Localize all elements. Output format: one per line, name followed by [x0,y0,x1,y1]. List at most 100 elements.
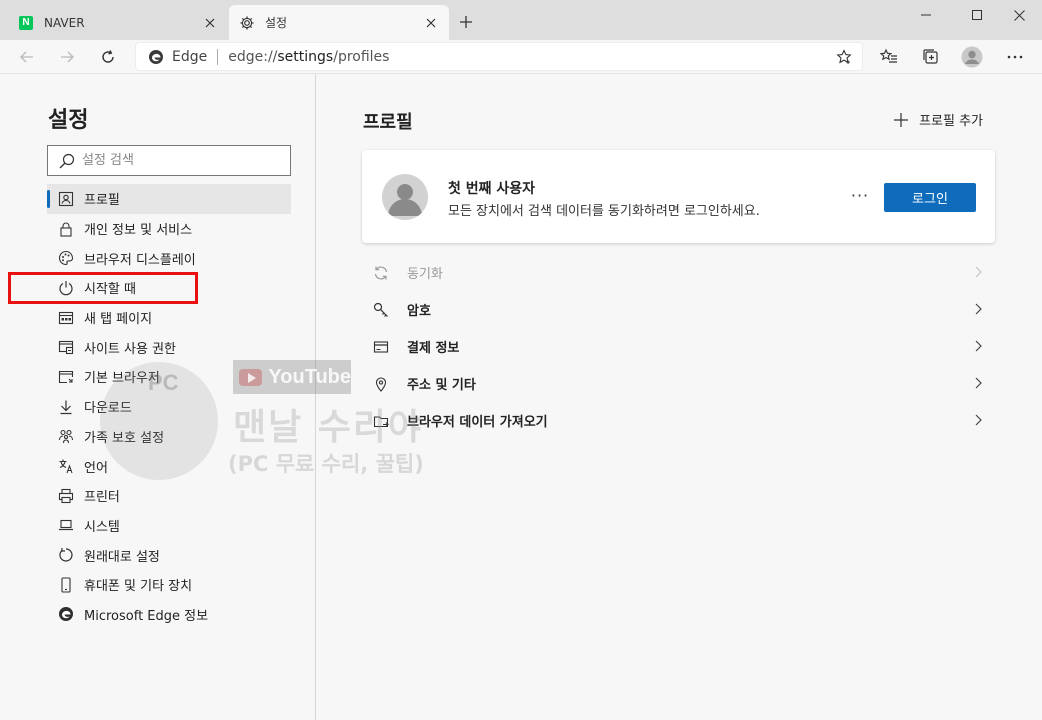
sidebar-item-label: 사이트 사용 권한 [84,341,176,357]
toolbar: Edge edge://settings/profiles [0,40,1042,74]
profile-icon [57,190,75,208]
row-label: 암호 [407,304,431,319]
location-icon [372,375,390,393]
chevron-right-icon [975,377,982,389]
more-menu-icon[interactable] [1002,44,1028,70]
sidebar-item-about-edge[interactable]: Microsoft Edge 정보 [47,600,291,630]
close-window-button[interactable] [996,0,1042,30]
address-brand: Edge [172,48,208,65]
sidebar-item-default-browser[interactable]: 기본 브라우저 [47,362,291,392]
printer-icon [57,487,75,505]
sidebar-item-privacy[interactable]: 개인 정보 및 서비스 [47,214,291,244]
new-tab-button[interactable] [454,10,478,34]
sidebar-item-downloads[interactable]: 다운로드 [47,392,291,422]
phone-icon [57,576,75,594]
sidebar-item-label: 기본 브라우저 [84,371,160,387]
settings-nav-list: 프로필 개인 정보 및 서비스 브라우저 디스플레이 시작할 때 새 탭 페이지… [47,184,291,629]
sync-icon [372,264,390,282]
sidebar-item-label: 가족 보호 설정 [84,430,165,446]
collections-icon[interactable] [918,44,944,70]
tab-title: NAVER [44,15,85,30]
settings-main-content: 프로필 프로필 추가 첫 번째 사용자 모든 장치에서 검색 데이터를 동기화하… [316,74,1042,720]
site-permissions-icon [57,338,75,356]
profile-name: 첫 번째 사용자 [448,181,536,197]
row-addresses[interactable]: 주소 및 기타 [362,365,995,402]
forward-button[interactable] [53,43,81,71]
card-icon [372,338,390,356]
page-title: 프로필 [363,112,413,133]
language-icon [57,457,75,475]
row-label: 브라우저 데이터 가져오기 [407,415,548,430]
default-browser-icon [57,368,75,386]
chevron-right-icon [975,303,982,315]
settings-sidebar: 설정 프로필 개인 정보 및 서비스 브라우저 디스플레이 시작할 때 새 탭 … [0,74,316,720]
chevron-right-icon [975,414,982,426]
profile-description: 모든 장치에서 검색 데이터를 동기화하려면 로그인하세요. [448,204,760,219]
tab-naver[interactable]: N NAVER [8,5,228,40]
sidebar-item-label: 브라우저 디스플레이 [84,252,196,268]
sidebar-item-site-permissions[interactable]: 사이트 사용 권한 [47,332,291,362]
sidebar-title: 설정 [48,108,89,133]
sidebar-item-appearance[interactable]: 브라우저 디스플레이 [47,243,291,273]
minimize-button[interactable] [903,0,949,30]
add-profile-button[interactable]: 프로필 추가 [893,110,983,129]
sidebar-item-label: 개인 정보 및 서비스 [84,223,193,239]
tab-close-icon[interactable] [202,15,218,31]
tab-title: 설정 [265,16,288,30]
import-icon [372,412,390,430]
edge-icon [57,605,75,623]
sidebar-item-new-tab[interactable]: 새 탭 페이지 [47,303,291,333]
settings-search-box[interactable] [47,145,291,176]
family-icon [57,427,75,445]
maximize-button[interactable] [954,0,1000,30]
row-label: 결제 정보 [407,341,460,356]
sidebar-item-printers[interactable]: 프린터 [47,481,291,511]
highlight-box [8,272,198,304]
address-separator [217,48,219,65]
settings-search-input[interactable] [80,152,274,169]
sidebar-item-label: 언어 [84,460,108,476]
profile-more-button[interactable]: ··· [849,184,871,206]
tab-close-icon[interactable] [423,15,439,31]
row-sync[interactable]: 동기화 [362,254,995,291]
naver-favicon-icon: N [18,15,34,31]
sidebar-item-label: 프린터 [84,490,120,506]
sidebar-item-family-safety[interactable]: 가족 보호 설정 [47,422,291,452]
sidebar-item-reset[interactable]: 원래대로 설정 [47,540,291,570]
row-label: 주소 및 기타 [407,378,476,393]
row-import-browser-data[interactable]: 브라우저 데이터 가져오기 [362,402,995,439]
sidebar-item-phone-devices[interactable]: 휴대폰 및 기타 장치 [47,570,291,600]
gear-icon [239,15,255,31]
refresh-button[interactable] [94,43,122,71]
tab-strip: N NAVER 설정 [0,0,1042,40]
profile-avatar[interactable] [959,44,985,70]
tab-settings[interactable]: 설정 [229,5,449,40]
row-passwords[interactable]: 암호 [362,291,995,328]
address-bar[interactable]: Edge edge://settings/profiles [135,42,863,71]
favorites-icon[interactable] [876,44,902,70]
profile-settings-list: 동기화 암호 결제 정보 주소 및 기타 브라우저 데이터 가져오기 [362,254,995,439]
sidebar-item-label: 휴대폰 및 기타 장치 [84,579,193,595]
chevron-right-icon [975,340,982,352]
avatar [382,174,428,220]
sidebar-item-profile[interactable]: 프로필 [47,184,291,214]
download-icon [57,398,75,416]
sidebar-item-languages[interactable]: 언어 [47,451,291,481]
row-payment-info[interactable]: 결제 정보 [362,328,995,365]
forward-arrow-icon [61,51,74,63]
palette-icon [57,249,75,267]
favorite-star-icon[interactable] [834,47,854,67]
back-arrow-icon [20,51,33,63]
edge-logo-icon [149,49,163,64]
sidebar-item-label: 새 탭 페이지 [84,312,153,328]
key-icon [372,301,390,319]
sign-in-button[interactable]: 로그인 [884,183,976,212]
row-label: 동기화 [407,267,443,282]
sidebar-item-label: 다운로드 [84,401,132,417]
sidebar-item-label: 원래대로 설정 [84,549,160,565]
back-button[interactable] [13,43,41,71]
url-text: edge://settings/profiles [228,48,390,65]
sidebar-item-system[interactable]: 시스템 [47,511,291,541]
profile-card: 첫 번째 사용자 모든 장치에서 검색 데이터를 동기화하려면 로그인하세요. … [362,150,995,243]
refresh-icon [102,50,114,63]
